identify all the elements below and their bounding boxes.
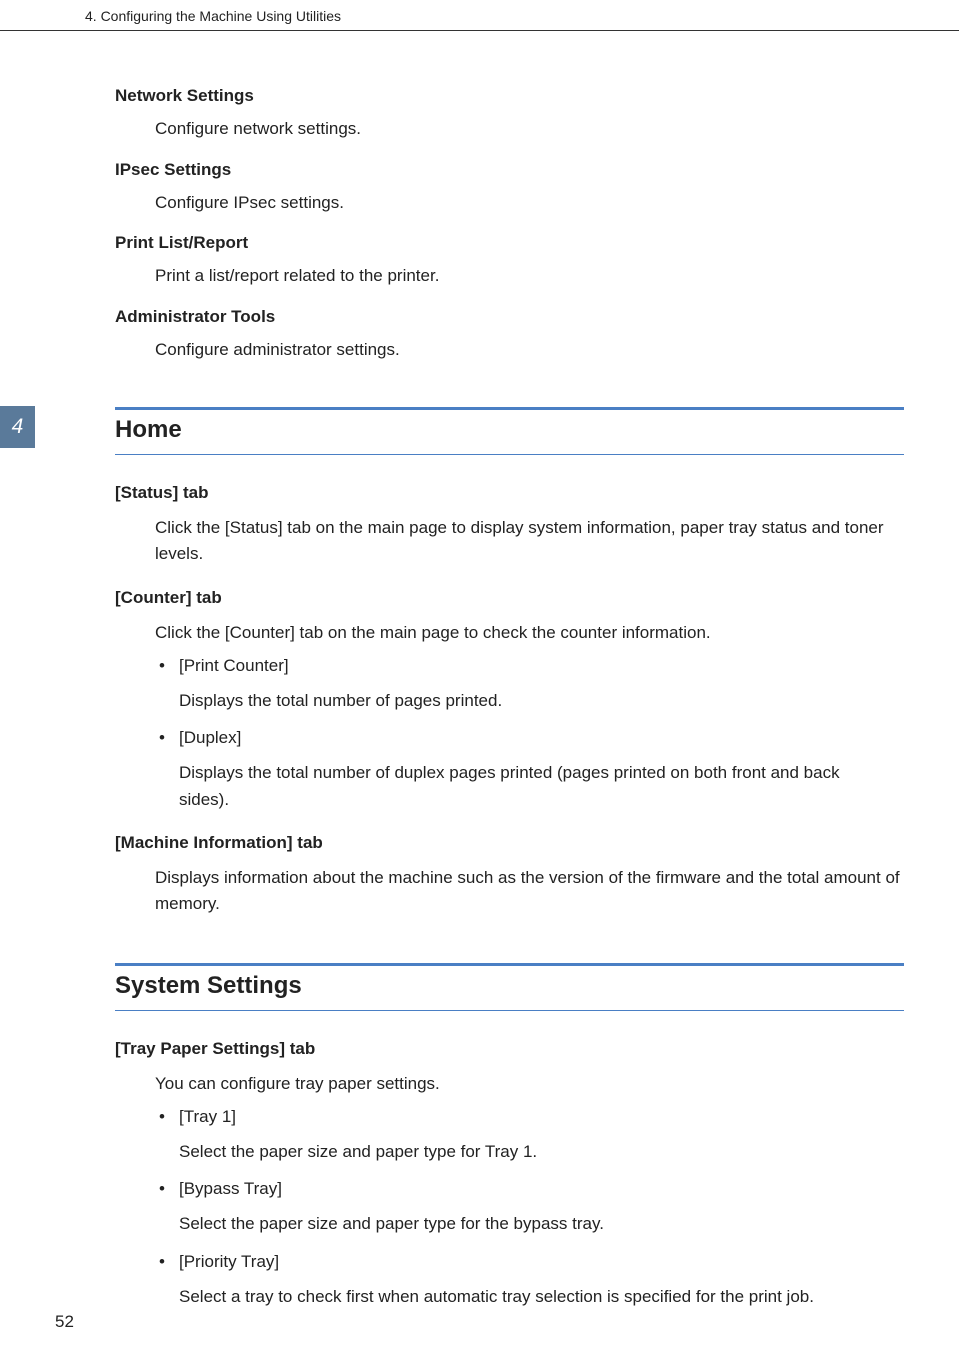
chapter-tab: 4	[0, 406, 35, 448]
section-title: IPsec Settings	[115, 160, 904, 180]
bullet-item: • [Print Counter] Displays the total num…	[155, 656, 904, 714]
sub-desc: Click the [Counter] tab on the main page…	[155, 620, 904, 646]
subsection-machine-info-tab: [Machine Information] tab Displays infor…	[115, 833, 904, 918]
subsection-status-tab: [Status] tab Click the [Status] tab on t…	[115, 483, 904, 568]
sub-title: [Status] tab	[115, 483, 904, 503]
chapter-number: 4	[12, 415, 24, 439]
bullet-desc: Displays the total number of duplex page…	[179, 760, 904, 813]
header-text: 4. Configuring the Machine Using Utiliti…	[85, 8, 341, 24]
sub-title: [Counter] tab	[115, 588, 904, 608]
subsection-tray-paper-settings-tab: [Tray Paper Settings] tab You can config…	[115, 1039, 904, 1310]
bullet-line: • [Priority Tray]	[155, 1252, 904, 1272]
heading-text: System Settings	[115, 968, 904, 1004]
section-title: Network Settings	[115, 86, 904, 106]
rule-top	[115, 963, 904, 966]
page-content: Network Settings Configure network setti…	[0, 31, 959, 1310]
bullet-list: • [Tray 1] Select the paper size and pap…	[155, 1107, 904, 1310]
section-desc: Configure IPsec settings.	[155, 190, 904, 216]
bullet-desc: Select a tray to check first when automa…	[179, 1284, 904, 1310]
bullet-line: • [Print Counter]	[155, 656, 904, 676]
section-ipsec-settings: IPsec Settings Configure IPsec settings.	[115, 160, 904, 216]
section-title: Administrator Tools	[115, 307, 904, 327]
page-number: 52	[55, 1312, 74, 1332]
bullet-desc: Displays the total number of pages print…	[179, 688, 904, 714]
rule-bottom	[115, 1010, 904, 1011]
bullet-label: [Duplex]	[179, 728, 904, 748]
bullet-icon: •	[155, 1179, 179, 1199]
bullet-item: • [Priority Tray] Select a tray to check…	[155, 1252, 904, 1310]
sub-desc: Click the [Status] tab on the main page …	[155, 515, 904, 568]
sub-desc: Displays information about the machine s…	[155, 865, 904, 918]
bullet-desc: Select the paper size and paper type for…	[179, 1139, 904, 1165]
bullet-line: • [Bypass Tray]	[155, 1179, 904, 1199]
section-administrator-tools: Administrator Tools Configure administra…	[115, 307, 904, 363]
bullet-item: • [Duplex] Displays the total number of …	[155, 728, 904, 813]
bullet-label: [Print Counter]	[179, 656, 904, 676]
heading-text: Home	[115, 412, 904, 448]
rule-bottom	[115, 454, 904, 455]
section-desc: Print a list/report related to the print…	[155, 263, 904, 289]
bullet-icon: •	[155, 1107, 179, 1127]
bullet-label: [Bypass Tray]	[179, 1179, 904, 1199]
section-desc: Configure network settings.	[155, 116, 904, 142]
bullet-icon: •	[155, 656, 179, 676]
rule-top	[115, 407, 904, 410]
section-title: Print List/Report	[115, 233, 904, 253]
bullet-icon: •	[155, 728, 179, 748]
bullet-list: • [Print Counter] Displays the total num…	[155, 656, 904, 813]
bullet-icon: •	[155, 1252, 179, 1272]
bullet-label: [Priority Tray]	[179, 1252, 904, 1272]
sub-title: [Machine Information] tab	[115, 833, 904, 853]
section-network-settings: Network Settings Configure network setti…	[115, 86, 904, 142]
section-desc: Configure administrator settings.	[155, 337, 904, 363]
bullet-item: • [Tray 1] Select the paper size and pap…	[155, 1107, 904, 1165]
page-header: 4. Configuring the Machine Using Utiliti…	[0, 0, 959, 31]
bullet-item: • [Bypass Tray] Select the paper size an…	[155, 1179, 904, 1237]
bullet-label: [Tray 1]	[179, 1107, 904, 1127]
subsection-counter-tab: [Counter] tab Click the [Counter] tab on…	[115, 588, 904, 813]
section-heading-system-settings: System Settings	[115, 963, 904, 1011]
bullet-line: • [Tray 1]	[155, 1107, 904, 1127]
bullet-line: • [Duplex]	[155, 728, 904, 748]
section-heading-home: Home	[115, 407, 904, 455]
section-print-list-report: Print List/Report Print a list/report re…	[115, 233, 904, 289]
sub-title: [Tray Paper Settings] tab	[115, 1039, 904, 1059]
bullet-desc: Select the paper size and paper type for…	[179, 1211, 904, 1237]
sub-desc: You can configure tray paper settings.	[155, 1071, 904, 1097]
